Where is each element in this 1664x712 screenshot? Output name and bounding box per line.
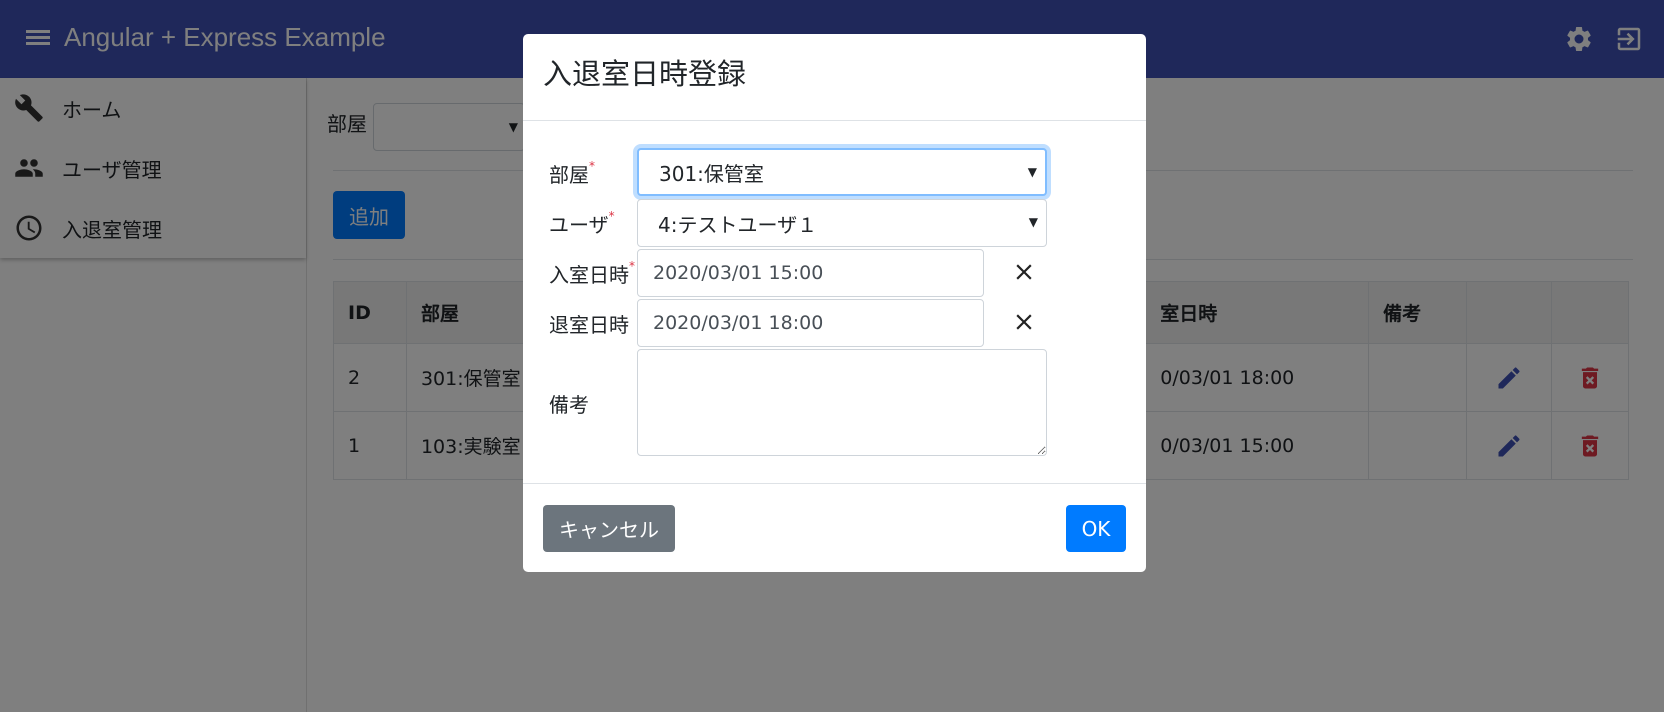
cancel-button[interactable]: キャンセル xyxy=(543,505,675,552)
required-mark: * xyxy=(629,259,635,273)
modal-footer: キャンセル OK xyxy=(523,483,1146,572)
close-icon[interactable] xyxy=(1011,259,1037,285)
note-textarea[interactable] xyxy=(637,349,1047,456)
entry-field-label: 入室日時* xyxy=(549,259,635,287)
entry-row: 入室日時* xyxy=(549,259,637,288)
close-icon[interactable] xyxy=(1011,309,1037,335)
caret-down-icon: ▼ xyxy=(1028,215,1038,229)
caret-down-icon: ▼ xyxy=(1027,165,1037,179)
room-field-label: 部屋* xyxy=(549,159,595,187)
entry-datetime-input[interactable] xyxy=(637,249,984,297)
modal-title: 入退室日時登録 xyxy=(543,57,747,91)
register-dialog: 入退室日時登録 部屋* 301:保管室 ▼ ユーザ* 4:テストユーザ１ ▼ 入… xyxy=(523,34,1146,572)
exit-datetime-input[interactable] xyxy=(637,299,984,347)
user-field-label: ユーザ* xyxy=(549,209,615,237)
note-row: 備考 xyxy=(549,389,637,418)
ok-button[interactable]: OK xyxy=(1066,505,1126,552)
modal-header: 入退室日時登録 xyxy=(523,34,1146,121)
room-row: 部屋* xyxy=(549,159,637,188)
room-select-value: 301:保管室 xyxy=(659,161,764,186)
user-select[interactable]: 4:テストユーザ１ ▼ xyxy=(637,199,1047,247)
exit-field-label: 退室日時 xyxy=(549,313,629,337)
exit-row: 退室日時 xyxy=(549,309,637,338)
room-select[interactable]: 301:保管室 ▼ xyxy=(637,148,1047,196)
user-row: ユーザ* xyxy=(549,209,637,238)
required-mark: * xyxy=(608,209,615,223)
note-field-label: 備考 xyxy=(549,393,589,417)
user-select-value: 4:テストユーザ１ xyxy=(658,212,818,237)
required-mark: * xyxy=(589,159,595,173)
